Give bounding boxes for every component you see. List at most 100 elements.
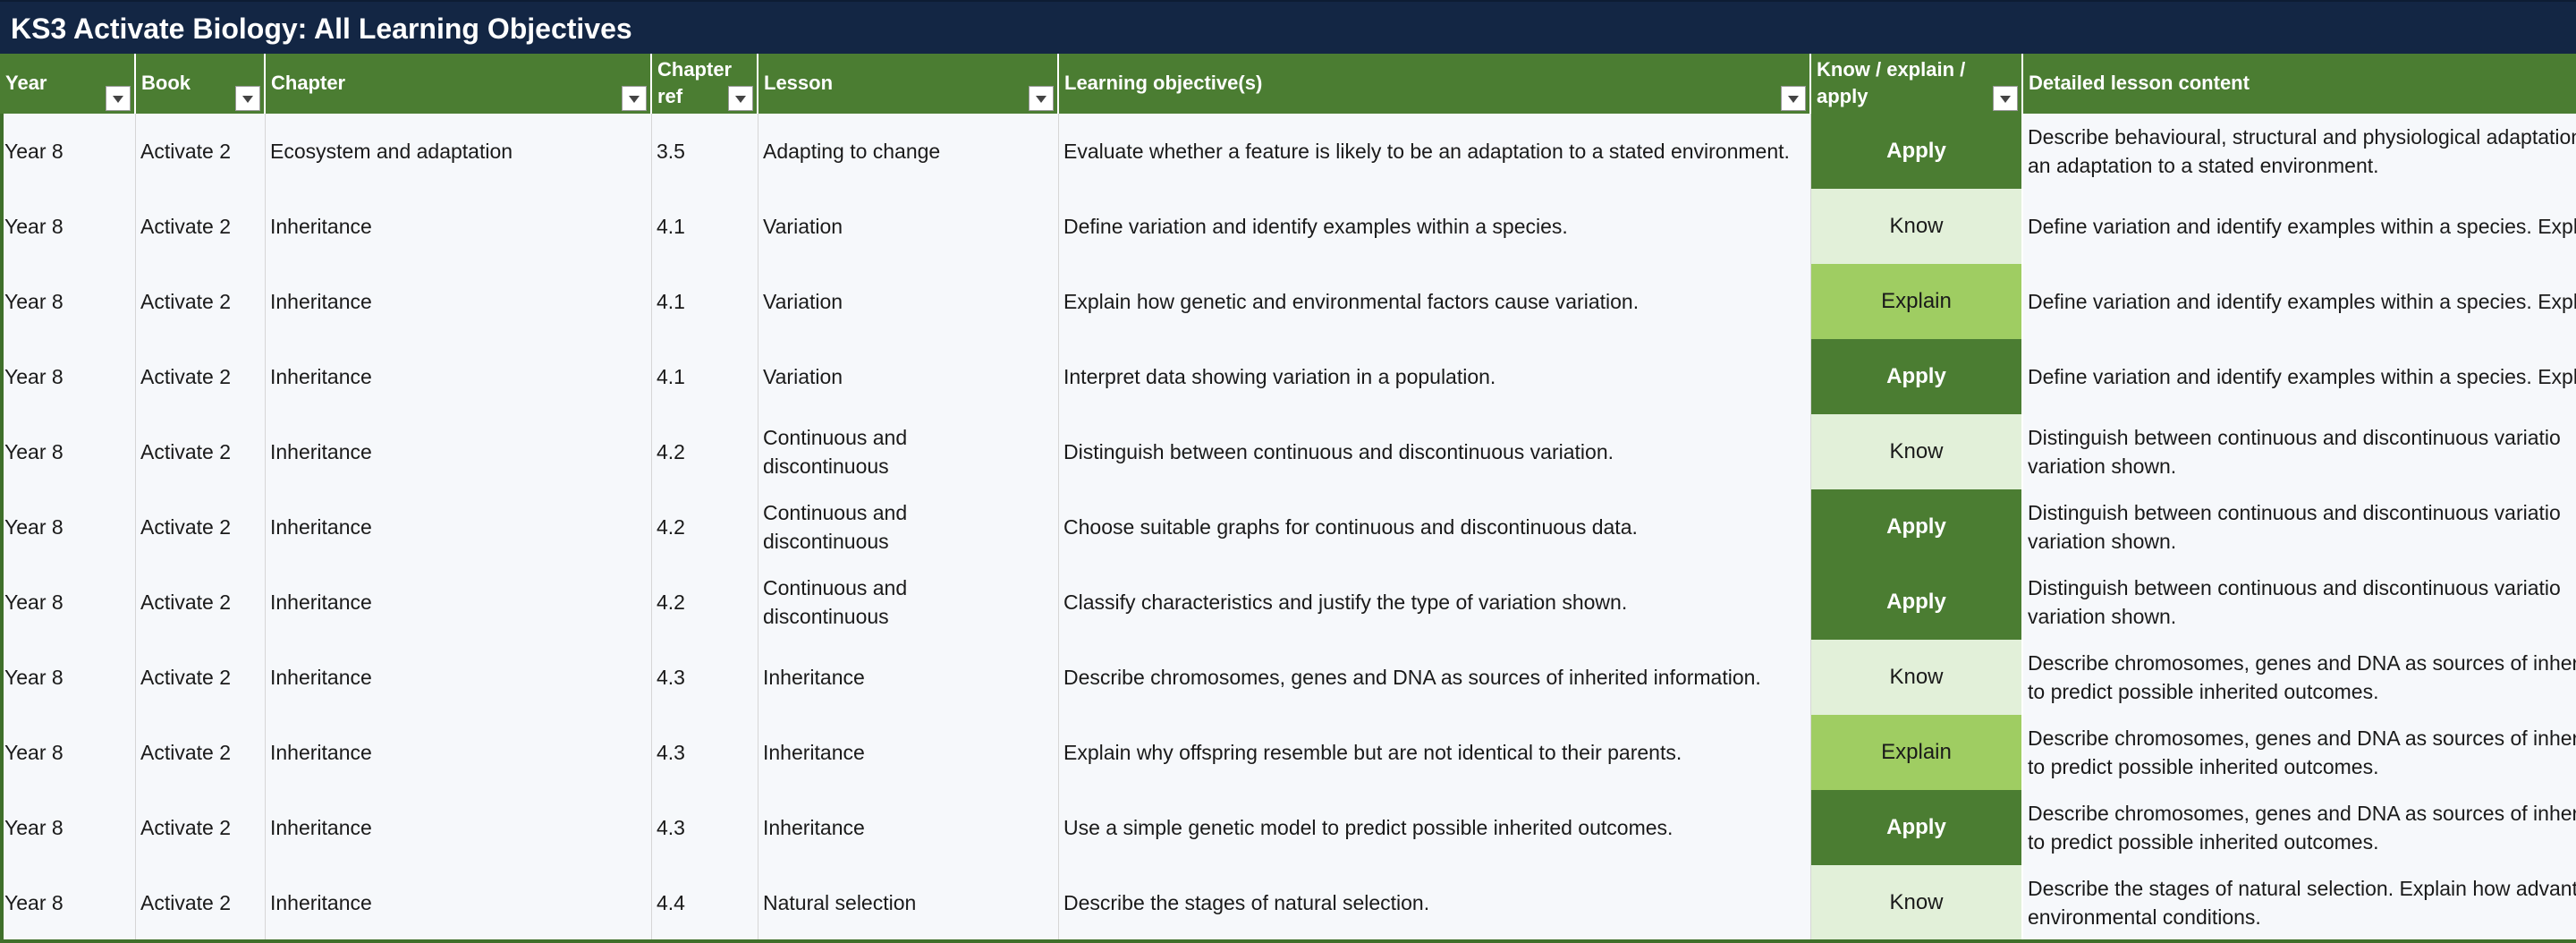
cell-book[interactable]: Activate 2: [136, 489, 266, 565]
cell-detail[interactable]: Describe behavioural, structural and phy…: [2023, 114, 2576, 189]
cell-detail[interactable]: Distinguish between continuous and disco…: [2023, 489, 2576, 565]
cell-book[interactable]: Activate 2: [136, 640, 266, 715]
cell-chapter[interactable]: Ecosystem and adaptation: [266, 114, 652, 189]
header-chapter[interactable]: Chapter: [266, 54, 652, 114]
cell-year[interactable]: Year 8: [0, 790, 136, 865]
cell-book[interactable]: Activate 2: [136, 189, 266, 264]
cell-chapter-ref[interactable]: 4.2: [652, 414, 758, 489]
cell-lesson[interactable]: Variation: [758, 264, 1059, 339]
cell-detail[interactable]: Describe chromosomes, genes and DNA as s…: [2023, 790, 2576, 865]
filter-dropdown-icon[interactable]: [1993, 86, 2018, 111]
cell-detail[interactable]: Describe the stages of natural selection…: [2023, 865, 2576, 940]
cell-lesson[interactable]: Continuous and discontinuous: [758, 414, 1059, 489]
cell-book[interactable]: Activate 2: [136, 264, 266, 339]
cell-book[interactable]: Activate 2: [136, 414, 266, 489]
cell-objective[interactable]: Describe the stages of natural selection…: [1059, 865, 1811, 940]
filter-dropdown-icon[interactable]: [622, 86, 647, 111]
cell-book[interactable]: Activate 2: [136, 565, 266, 640]
cell-year[interactable]: Year 8: [0, 339, 136, 414]
cell-objective[interactable]: Explain how genetic and environmental fa…: [1059, 264, 1811, 339]
cell-chapter-ref[interactable]: 4.3: [652, 640, 758, 715]
filter-dropdown-icon[interactable]: [235, 86, 260, 111]
cell-objective[interactable]: Describe chromosomes, genes and DNA as s…: [1059, 640, 1811, 715]
header-book[interactable]: Book: [136, 54, 266, 114]
cell-objective[interactable]: Define variation and identify examples w…: [1059, 189, 1811, 264]
cell-kea[interactable]: Explain: [1811, 715, 2023, 790]
cell-chapter-ref[interactable]: 4.1: [652, 189, 758, 264]
cell-year[interactable]: Year 8: [0, 189, 136, 264]
cell-chapter[interactable]: Inheritance: [266, 790, 652, 865]
filter-dropdown-icon[interactable]: [106, 86, 131, 111]
cell-lesson[interactable]: Variation: [758, 339, 1059, 414]
cell-year[interactable]: Year 8: [0, 489, 136, 565]
cell-book[interactable]: Activate 2: [136, 339, 266, 414]
cell-book[interactable]: Activate 2: [136, 790, 266, 865]
cell-kea[interactable]: Apply: [1811, 489, 2023, 565]
cell-year[interactable]: Year 8: [0, 114, 136, 189]
cell-lesson[interactable]: Continuous and discontinuous: [758, 565, 1059, 640]
cell-chapter[interactable]: Inheritance: [266, 339, 652, 414]
cell-chapter[interactable]: Inheritance: [266, 264, 652, 339]
cell-objective[interactable]: Use a simple genetic model to predict po…: [1059, 790, 1811, 865]
header-kea[interactable]: Know / explain / apply: [1811, 54, 2023, 114]
cell-lesson[interactable]: Inheritance: [758, 640, 1059, 715]
cell-chapter-ref[interactable]: 4.1: [652, 339, 758, 414]
cell-kea[interactable]: Apply: [1811, 790, 2023, 865]
cell-kea[interactable]: Apply: [1811, 565, 2023, 640]
cell-objective[interactable]: Interpret data showing variation in a po…: [1059, 339, 1811, 414]
cell-chapter-ref[interactable]: 4.3: [652, 790, 758, 865]
cell-objective[interactable]: Evaluate whether a feature is likely to …: [1059, 114, 1811, 189]
cell-chapter-ref[interactable]: 3.5: [652, 114, 758, 189]
cell-objective[interactable]: Choose suitable graphs for continuous an…: [1059, 489, 1811, 565]
cell-chapter[interactable]: Inheritance: [266, 189, 652, 264]
cell-objective[interactable]: Classify characteristics and justify the…: [1059, 565, 1811, 640]
cell-detail[interactable]: Distinguish between continuous and disco…: [2023, 414, 2576, 489]
header-year[interactable]: Year: [0, 54, 136, 114]
cell-lesson[interactable]: Inheritance: [758, 790, 1059, 865]
header-objective[interactable]: Learning objective(s): [1059, 54, 1811, 114]
header-lesson[interactable]: Lesson: [758, 54, 1059, 114]
cell-kea[interactable]: Apply: [1811, 339, 2023, 414]
cell-detail[interactable]: Describe chromosomes, genes and DNA as s…: [2023, 640, 2576, 715]
cell-kea[interactable]: Know: [1811, 865, 2023, 940]
cell-detail[interactable]: Distinguish between continuous and disco…: [2023, 565, 2576, 640]
cell-chapter[interactable]: Inheritance: [266, 715, 652, 790]
cell-chapter-ref[interactable]: 4.2: [652, 489, 758, 565]
cell-chapter[interactable]: Inheritance: [266, 565, 652, 640]
cell-lesson[interactable]: Adapting to change: [758, 114, 1059, 189]
cell-year[interactable]: Year 8: [0, 414, 136, 489]
filter-dropdown-icon[interactable]: [1029, 86, 1054, 111]
cell-chapter[interactable]: Inheritance: [266, 489, 652, 565]
cell-detail[interactable]: Define variation and identify examples w…: [2023, 264, 2576, 339]
cell-lesson[interactable]: Natural selection: [758, 865, 1059, 940]
cell-objective[interactable]: Explain why offspring resemble but are n…: [1059, 715, 1811, 790]
cell-detail[interactable]: Describe chromosomes, genes and DNA as s…: [2023, 715, 2576, 790]
cell-objective[interactable]: Distinguish between continuous and disco…: [1059, 414, 1811, 489]
filter-dropdown-icon[interactable]: [728, 86, 753, 111]
cell-detail[interactable]: Define variation and identify examples w…: [2023, 189, 2576, 264]
cell-kea[interactable]: Explain: [1811, 264, 2023, 339]
cell-book[interactable]: Activate 2: [136, 114, 266, 189]
header-detail[interactable]: Detailed lesson content: [2023, 54, 2576, 114]
cell-kea[interactable]: Know: [1811, 640, 2023, 715]
cell-year[interactable]: Year 8: [0, 264, 136, 339]
sheet-title[interactable]: KS3 Activate Biology: All Learning Objec…: [11, 9, 632, 48]
cell-chapter[interactable]: Inheritance: [266, 414, 652, 489]
cell-year[interactable]: Year 8: [0, 865, 136, 940]
cell-year[interactable]: Year 8: [0, 640, 136, 715]
cell-kea[interactable]: Apply: [1811, 114, 2023, 189]
cell-chapter-ref[interactable]: 4.4: [652, 865, 758, 940]
cell-chapter-ref[interactable]: 4.2: [652, 565, 758, 640]
cell-book[interactable]: Activate 2: [136, 715, 266, 790]
header-chapter-ref[interactable]: Chapter ref: [652, 54, 758, 114]
cell-lesson[interactable]: Inheritance: [758, 715, 1059, 790]
cell-lesson[interactable]: Continuous and discontinuous: [758, 489, 1059, 565]
cell-lesson[interactable]: Variation: [758, 189, 1059, 264]
cell-year[interactable]: Year 8: [0, 565, 136, 640]
cell-chapter[interactable]: Inheritance: [266, 640, 652, 715]
cell-chapter-ref[interactable]: 4.1: [652, 264, 758, 339]
cell-detail[interactable]: Define variation and identify examples w…: [2023, 339, 2576, 414]
cell-chapter-ref[interactable]: 4.3: [652, 715, 758, 790]
filter-dropdown-icon[interactable]: [1781, 86, 1806, 111]
cell-kea[interactable]: Know: [1811, 414, 2023, 489]
